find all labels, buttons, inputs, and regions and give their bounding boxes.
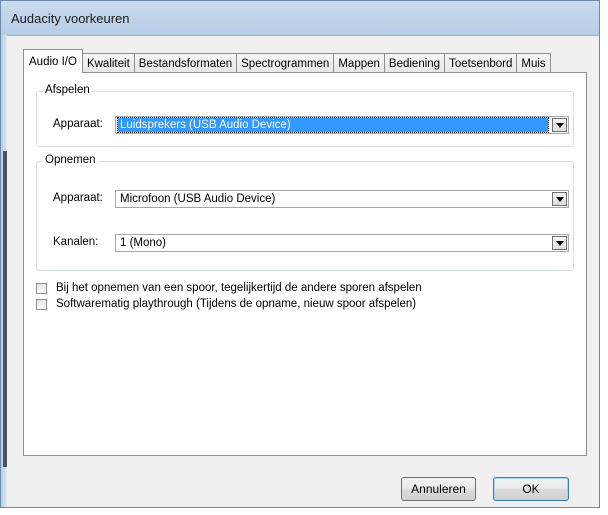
option-software-playthrough[interactable]: Softwarematig playthrough (Tijdens de op… bbox=[36, 297, 416, 311]
recording-legend: Opnemen bbox=[43, 154, 98, 166]
channels-select[interactable]: 1 (Mono) bbox=[115, 234, 569, 252]
window-title: Audacity voorkeuren bbox=[11, 11, 130, 26]
tab-bediening[interactable]: Bediening bbox=[383, 53, 446, 73]
chevron-down-icon[interactable] bbox=[552, 118, 567, 132]
tab-toetsenbord[interactable]: Toetsenbord bbox=[444, 53, 518, 73]
tab-bestandsformaten[interactable]: Bestandsformaten bbox=[133, 53, 238, 73]
cancel-button[interactable]: Annuleren bbox=[401, 477, 476, 501]
title-bar[interactable]: Audacity voorkeuren bbox=[1, 1, 599, 36]
tab-mappen[interactable]: Mappen bbox=[333, 53, 385, 73]
recording-group: Opnemen Apparaat: Microfoon (USB Audio D… bbox=[36, 154, 574, 271]
playback-legend: Afspelen bbox=[43, 84, 92, 96]
option-label: Bij het opnemen van een spoor, tegelijke… bbox=[56, 282, 422, 294]
window-left-shadow bbox=[3, 151, 7, 467]
option-playthrough-other-tracks[interactable]: Bij het opnemen van een spoor, tegelijke… bbox=[36, 281, 422, 295]
checkbox[interactable] bbox=[36, 282, 47, 294]
recording-device-value: Microfoon (USB Audio Device) bbox=[120, 193, 276, 205]
preferences-window: Audacity voorkeuren Audio I/O Kwaliteit … bbox=[0, 0, 600, 508]
tab-muis[interactable]: Muis bbox=[516, 53, 551, 73]
tab-kwaliteit[interactable]: Kwaliteit bbox=[81, 53, 135, 73]
playback-device-value: Luidsprekers (USB Audio Device) bbox=[117, 117, 549, 133]
checkbox[interactable] bbox=[36, 298, 47, 310]
chevron-down-icon[interactable] bbox=[552, 192, 567, 206]
recording-device-select[interactable]: Microfoon (USB Audio Device) bbox=[115, 190, 569, 208]
option-label: Softwarematig playthrough (Tijdens de op… bbox=[56, 298, 417, 310]
channels-label: Kanalen: bbox=[53, 236, 99, 248]
playback-device-label: Apparaat: bbox=[53, 118, 103, 130]
chevron-down-icon[interactable] bbox=[552, 236, 567, 250]
recording-device-label: Apparaat: bbox=[53, 192, 103, 204]
channels-value: 1 (Mono) bbox=[120, 237, 167, 249]
tab-audio-io[interactable]: Audio I/O bbox=[23, 49, 83, 73]
ok-button[interactable]: OK bbox=[493, 477, 569, 501]
tab-strip: Audio I/O Kwaliteit Bestandsformaten Spe… bbox=[23, 49, 551, 73]
tab-panel-audio-io: Afspelen Apparaat: Luidsprekers (USB Aud… bbox=[23, 72, 587, 456]
tab-spectrogrammen[interactable]: Spectrogrammen bbox=[236, 53, 335, 73]
playback-group: Afspelen Apparaat: Luidsprekers (USB Aud… bbox=[36, 84, 574, 147]
playback-device-select[interactable]: Luidsprekers (USB Audio Device) bbox=[115, 116, 569, 134]
